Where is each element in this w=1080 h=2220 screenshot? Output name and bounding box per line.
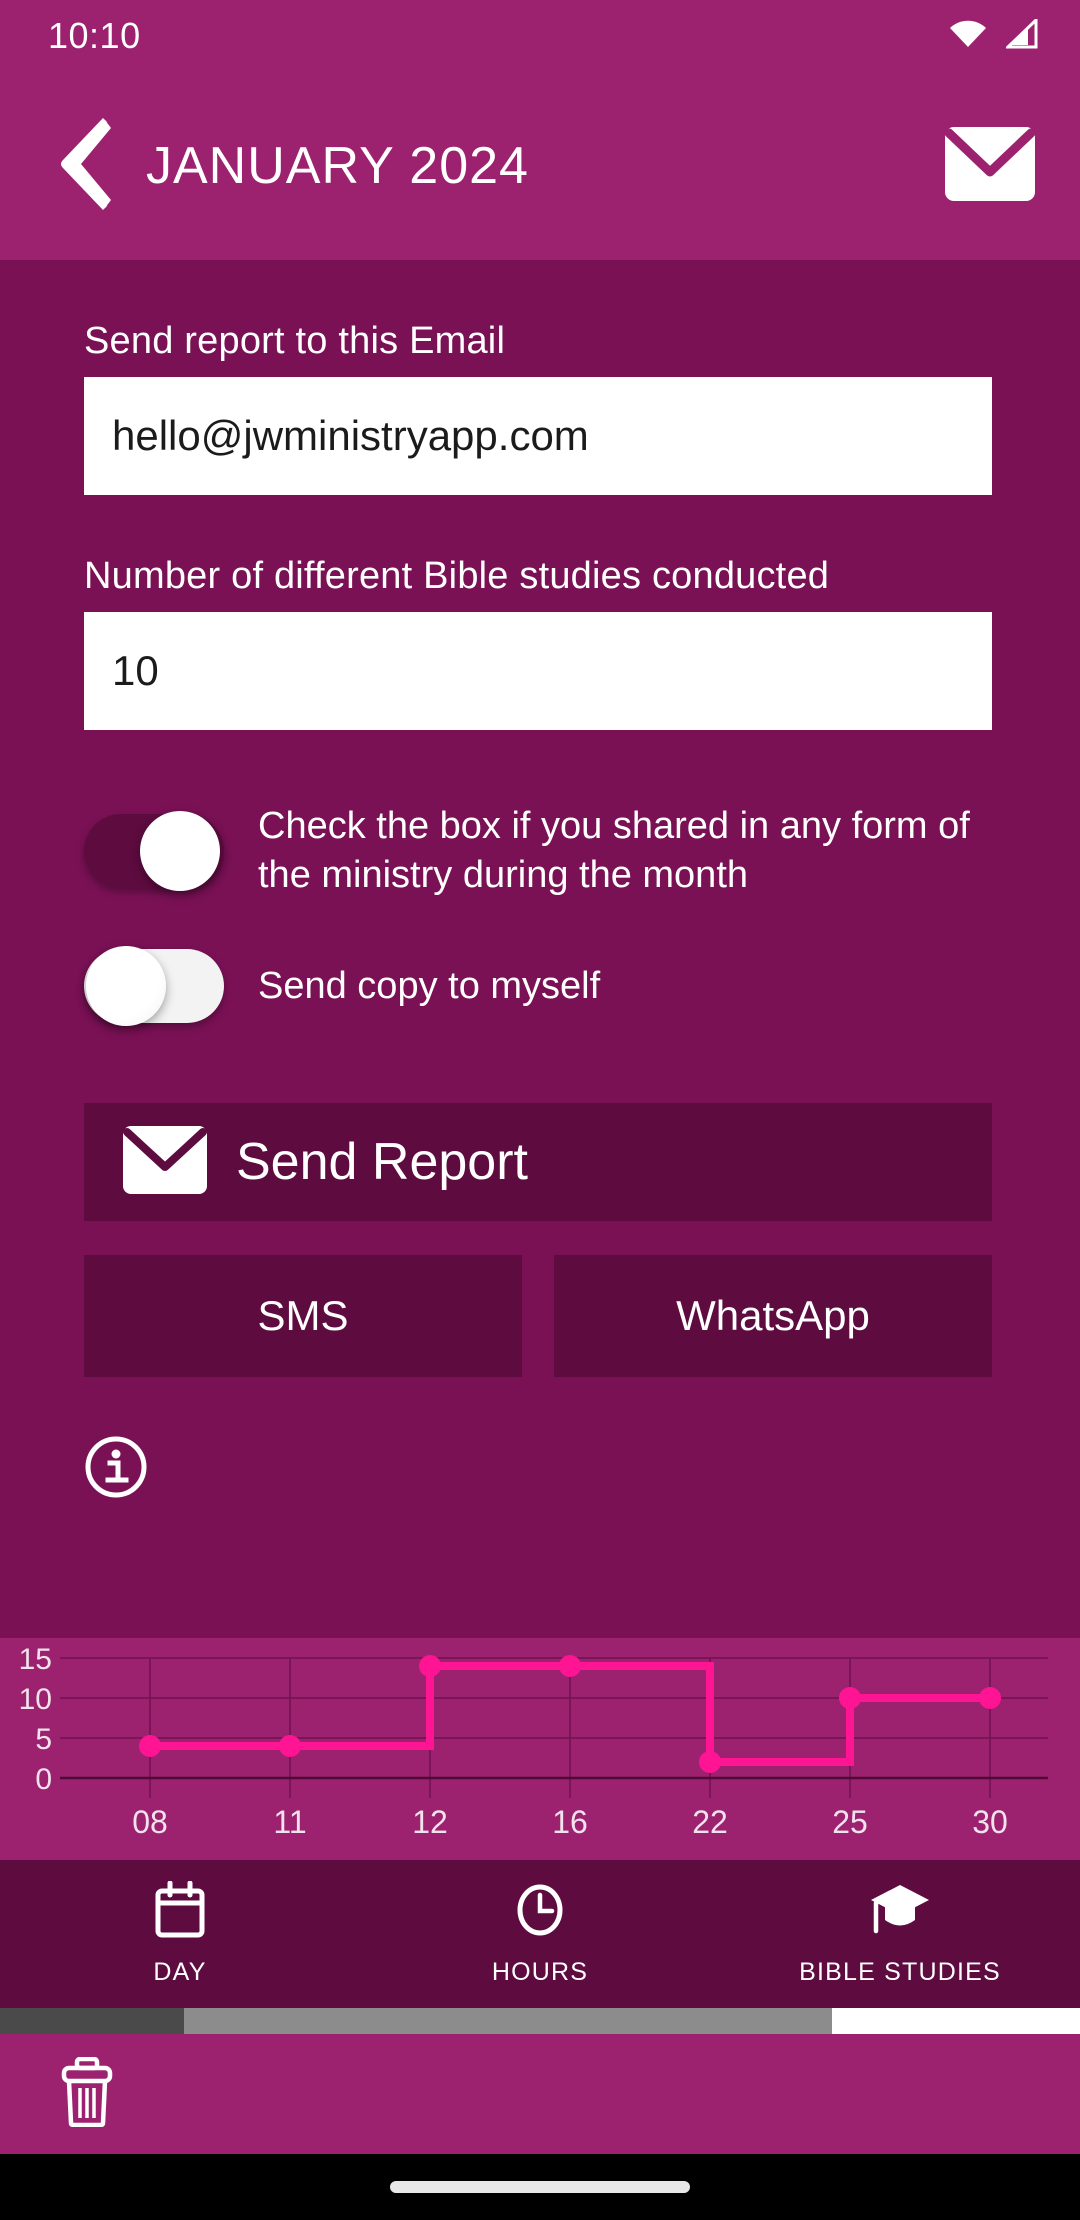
chart-point-22: [699, 1751, 721, 1773]
chart-point-25: [839, 1687, 861, 1709]
chart-point-16: [559, 1655, 581, 1677]
whatsapp-button[interactable]: WhatsApp: [554, 1255, 992, 1377]
status-icons: [948, 19, 1040, 54]
segment-1: [0, 2008, 184, 2034]
send-report-label: Send Report: [236, 1132, 528, 1192]
tab-day[interactable]: DAY: [0, 1860, 360, 2008]
y-tick-0: 0: [35, 1763, 52, 1796]
y-tick-10: 10: [19, 1683, 52, 1716]
tab-bible-studies[interactable]: BIBLE STUDIES: [720, 1860, 1080, 2008]
send-report-button[interactable]: Send Report: [84, 1103, 992, 1221]
bottom-tab-bar: DAY HOURS BIBLE STUDIES: [0, 1860, 1080, 2008]
sms-button[interactable]: SMS: [84, 1255, 522, 1377]
send-copy-toggle[interactable]: [84, 949, 224, 1023]
info-button[interactable]: [84, 1435, 148, 1499]
y-tick-5: 5: [35, 1723, 52, 1756]
mail-button[interactable]: [942, 118, 1038, 214]
info-circle-icon: [84, 1486, 148, 1503]
x-tick-2: 12: [412, 1804, 448, 1840]
share-buttons-row: SMS WhatsApp: [84, 1255, 992, 1377]
graduation-cap-icon: [869, 1881, 931, 1944]
back-button[interactable]: [48, 118, 124, 214]
envelope-icon: [122, 1125, 208, 1200]
chart-x-tick-labels: 08 11 12 16 22 25 30: [132, 1804, 1008, 1840]
app-bar: JANUARY 2024: [0, 72, 1080, 260]
envelope-icon: [944, 126, 1036, 207]
toggle-thumb: [140, 811, 220, 891]
x-tick-6: 30: [972, 1804, 1008, 1840]
trash-icon: [58, 2114, 116, 2131]
x-tick-5: 25: [832, 1804, 868, 1840]
home-gesture-pill[interactable]: [390, 2181, 690, 2193]
shared-ministry-row: Check the box if you shared in any form …: [84, 802, 1080, 899]
calendar-icon: [154, 1881, 206, 1944]
delete-button[interactable]: [58, 2057, 116, 2132]
shared-ministry-label: Check the box if you shared in any form …: [258, 802, 1000, 899]
x-tick-0: 08: [132, 1804, 168, 1840]
cellular-signal-icon: [1006, 19, 1040, 54]
chart-y-tick-labels: 15 10 5 0: [19, 1643, 52, 1796]
page-title: JANUARY 2024: [146, 136, 942, 196]
page-indicator[interactable]: [0, 2008, 1080, 2034]
send-copy-label: Send copy to myself: [258, 962, 600, 1011]
shared-ministry-toggle[interactable]: [84, 814, 224, 888]
chart-point-11: [279, 1735, 301, 1757]
chart-svg: 15 10 5 0 08 11 12 16: [0, 1638, 1080, 1860]
status-time: 10:10: [48, 15, 141, 57]
studies-label: Number of different Bible studies conduc…: [84, 555, 1080, 598]
chart-point-12: [419, 1655, 441, 1677]
wifi-icon: [948, 19, 988, 54]
email-label: Send report to this Email: [84, 320, 1080, 363]
tab-hours-label: HOURS: [492, 1958, 588, 1987]
y-tick-15: 15: [19, 1643, 52, 1676]
system-navigation-bar: [0, 2154, 1080, 2220]
x-tick-3: 16: [552, 1804, 588, 1840]
email-input[interactable]: hello@jwministryapp.com: [84, 377, 992, 495]
chart-point-08: [139, 1735, 161, 1757]
segment-3: [832, 2008, 1080, 2034]
tab-hours[interactable]: HOURS: [360, 1860, 720, 2008]
toggle-thumb: [86, 946, 166, 1026]
chart-point-30: [979, 1687, 1001, 1709]
segment-2: [184, 2008, 832, 2034]
bottom-action-bar: [0, 2034, 1080, 2154]
x-tick-4: 22: [692, 1804, 728, 1840]
bible-studies-chart: 15 10 5 0 08 11 12 16: [0, 1638, 1080, 1860]
tab-day-label: DAY: [153, 1958, 206, 1987]
clock-icon: [514, 1881, 566, 1944]
app-screen: 10:10 JANUARY 2024: [0, 0, 1080, 2220]
status-bar: 10:10: [0, 0, 1080, 72]
report-form: Send report to this Email hello@jwminist…: [0, 260, 1080, 1638]
send-copy-row: Send copy to myself: [84, 949, 1080, 1023]
studies-input[interactable]: 10: [84, 612, 992, 730]
chevron-left-icon: [55, 116, 117, 217]
x-tick-1: 11: [273, 1804, 306, 1840]
tab-bible-studies-label: BIBLE STUDIES: [799, 1958, 1001, 1987]
